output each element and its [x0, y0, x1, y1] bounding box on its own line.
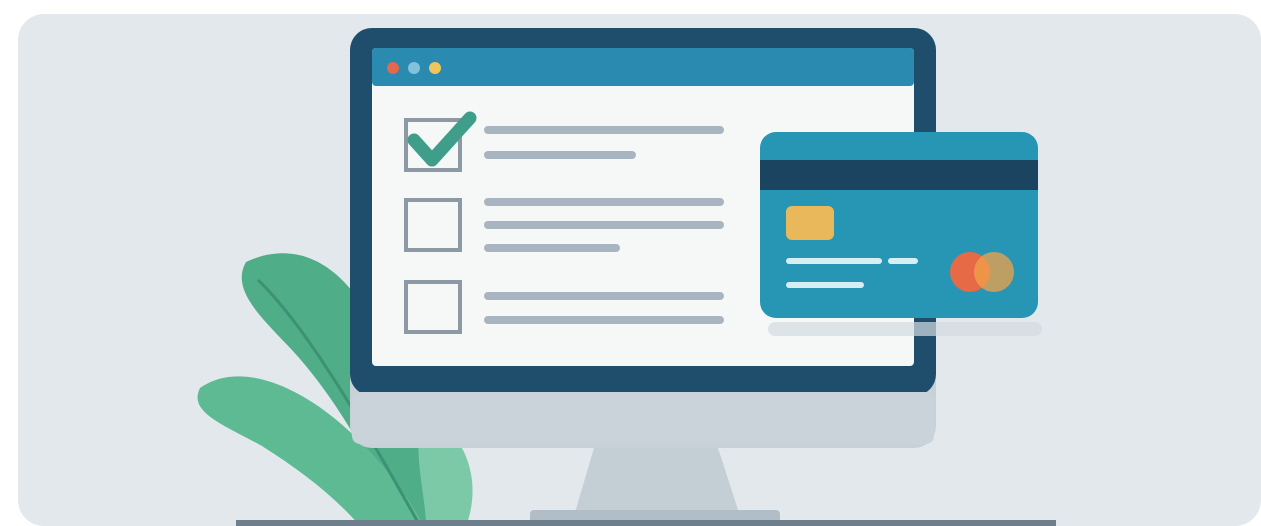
text-line: [484, 126, 724, 134]
window-dot-icon: [387, 62, 399, 74]
credit-card-icon: [760, 132, 1042, 336]
card-name-line: [786, 282, 864, 288]
card-chip: [786, 206, 834, 240]
card-number-line: [786, 258, 882, 264]
text-line: [484, 316, 724, 324]
text-line: [484, 151, 636, 159]
text-line: [484, 198, 724, 206]
card-logo: [974, 252, 1014, 292]
text-line: [484, 292, 724, 300]
text-line: [484, 221, 724, 229]
card-number-line: [888, 258, 918, 264]
text-line: [484, 244, 620, 252]
illustration-scene: [197, 28, 1056, 526]
window-dot-icon: [429, 62, 441, 74]
window-dot-icon: [408, 62, 420, 74]
window-titlebar: [372, 48, 914, 86]
card-magnetic-stripe: [760, 160, 1038, 190]
